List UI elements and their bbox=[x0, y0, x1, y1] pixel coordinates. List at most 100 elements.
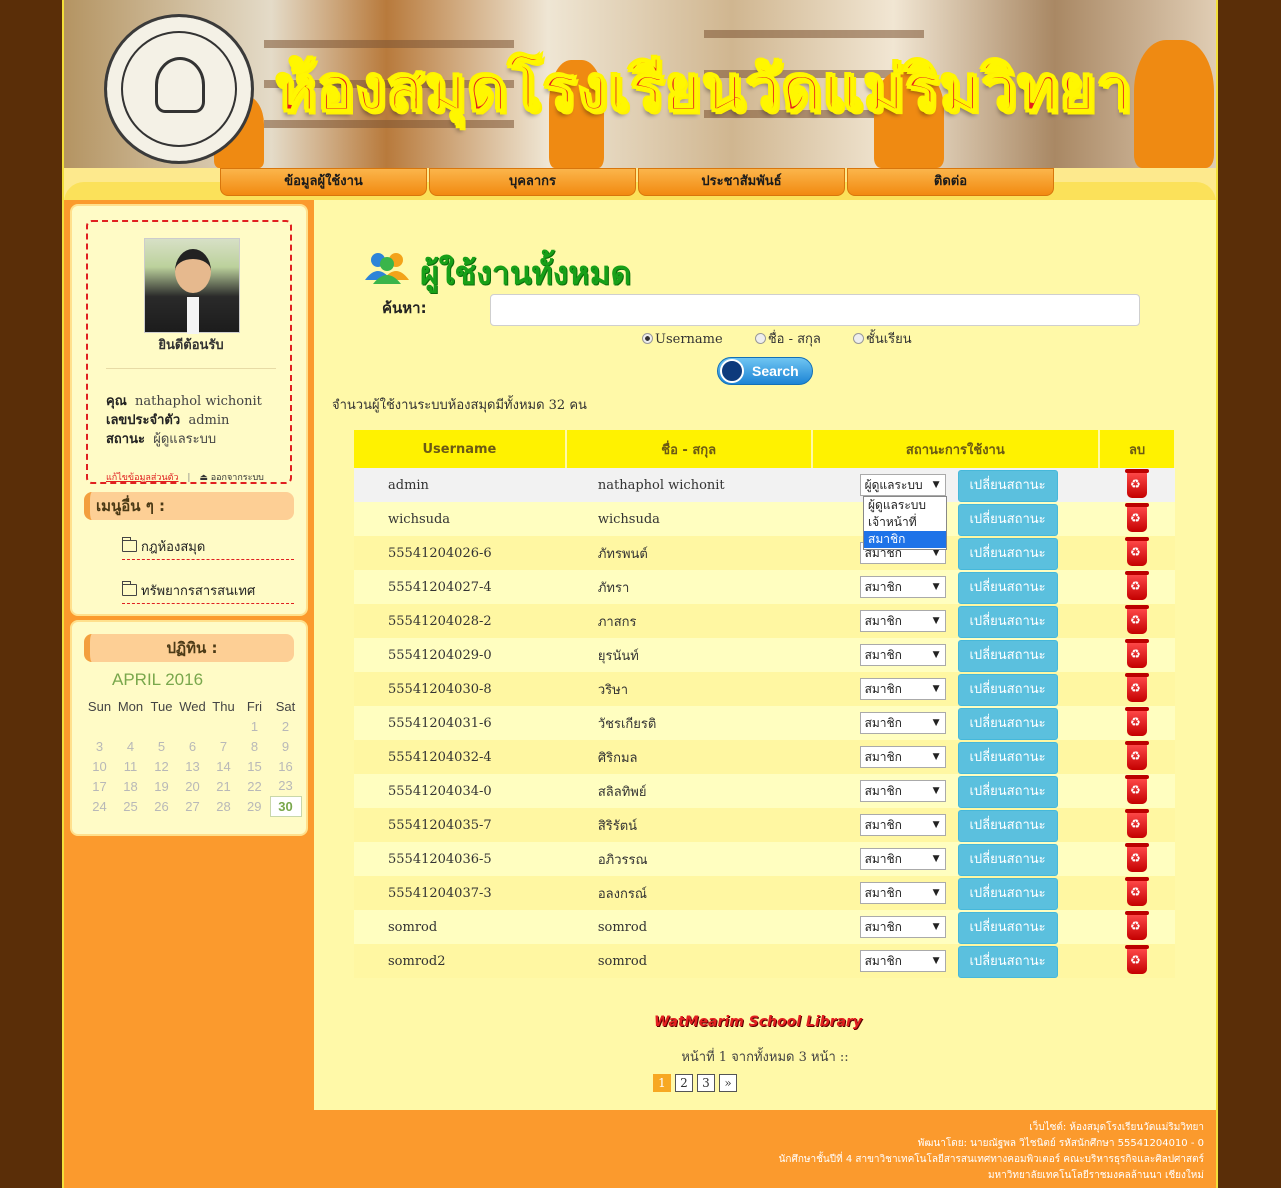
edit-profile-link[interactable]: แก้ไขข้อมูลส่วนตัว bbox=[106, 473, 179, 483]
calendar-date[interactable]: 21 bbox=[208, 776, 239, 796]
change-status-button[interactable]: เปลี่ยนสถานะ bbox=[957, 844, 1058, 876]
status-select[interactable]: สมาชิก ▼ bbox=[859, 746, 946, 768]
calendar-date[interactable]: 25 bbox=[115, 796, 146, 816]
delete-bin-icon[interactable] bbox=[1125, 673, 1150, 702]
footer-line: พัฒนาโดย: นายณัฐพล วิไชนิตย์ รหัสนักศึกษ… bbox=[917, 1138, 1204, 1149]
calendar-date[interactable]: 3 bbox=[84, 736, 115, 756]
calendar-date[interactable]: 12 bbox=[146, 756, 177, 776]
calendar-date[interactable]: 27 bbox=[177, 796, 208, 816]
calendar-date[interactable]: 29 bbox=[239, 796, 270, 816]
calendar-date[interactable]: 24 bbox=[84, 796, 115, 816]
delete-bin-icon[interactable] bbox=[1125, 911, 1150, 940]
delete-bin-icon[interactable] bbox=[1125, 945, 1150, 974]
calendar-date[interactable]: 30 bbox=[269, 795, 302, 817]
calendar-date[interactable]: 19 bbox=[146, 776, 177, 796]
search-label: ค้นหา: bbox=[382, 299, 427, 317]
delete-bin-icon[interactable] bbox=[1125, 775, 1150, 804]
change-status-button[interactable]: เปลี่ยนสถานะ bbox=[957, 810, 1058, 842]
calendar-date[interactable]: 2 bbox=[270, 716, 301, 736]
delete-bin-icon[interactable] bbox=[1125, 809, 1150, 838]
logout-icon[interactable]: ⏏ bbox=[199, 473, 208, 483]
nav-announcements[interactable]: ประชาสัมพันธ์ bbox=[638, 168, 845, 196]
search-button[interactable]: Search bbox=[717, 357, 813, 385]
nav-staff[interactable]: บุคลากร bbox=[429, 168, 636, 196]
status-select[interactable]: สมาชิก ▼ bbox=[859, 644, 946, 666]
calendar-date[interactable]: 16 bbox=[270, 756, 301, 776]
calendar-date[interactable]: 9 bbox=[270, 736, 301, 756]
menu-information-resources[interactable]: ทรัพยากรสารสนเทศ bbox=[122, 580, 294, 604]
status-select[interactable]: สมาชิก ▼ bbox=[859, 882, 946, 904]
page-link[interactable]: 2 bbox=[675, 1074, 693, 1092]
change-status-button[interactable]: เปลี่ยนสถานะ bbox=[957, 878, 1058, 910]
search-input[interactable] bbox=[490, 294, 1140, 326]
calendar-date[interactable]: 26 bbox=[146, 796, 177, 816]
calendar-day-header: Wed bbox=[179, 698, 206, 714]
calendar-date[interactable]: 1 bbox=[239, 716, 270, 736]
status-select[interactable]: ผู้ดูแลระบบ ▼ bbox=[859, 474, 946, 496]
delete-bin-icon[interactable] bbox=[1125, 741, 1150, 770]
page-link[interactable]: » bbox=[719, 1074, 737, 1092]
change-status-button[interactable]: เปลี่ยนสถานะ bbox=[957, 742, 1058, 774]
logout-link[interactable]: ออกจากระบบ bbox=[211, 473, 264, 483]
change-status-button[interactable]: เปลี่ยนสถานะ bbox=[957, 504, 1058, 536]
status-select[interactable]: สมาชิก ▼ bbox=[859, 848, 946, 870]
change-status-button[interactable]: เปลี่ยนสถานะ bbox=[957, 606, 1058, 638]
calendar-date[interactable]: 28 bbox=[208, 796, 239, 816]
calendar-date[interactable]: 14 bbox=[208, 756, 239, 776]
status-select[interactable]: สมาชิก ▼ bbox=[859, 814, 946, 836]
status-select[interactable]: สมาชิก ▼ bbox=[859, 780, 946, 802]
nav-contact[interactable]: ติดต่อ bbox=[847, 168, 1054, 196]
calendar-date[interactable]: 4 bbox=[115, 736, 146, 756]
delete-bin-icon[interactable] bbox=[1125, 469, 1150, 498]
change-status-button[interactable]: เปลี่ยนสถานะ bbox=[957, 538, 1058, 570]
change-status-button[interactable]: เปลี่ยนสถานะ bbox=[957, 946, 1058, 978]
delete-bin-icon[interactable] bbox=[1125, 877, 1150, 906]
calendar-date[interactable]: 20 bbox=[177, 776, 208, 796]
radio-class[interactable]: ชั้นเรียน bbox=[853, 332, 926, 347]
delete-bin-icon[interactable] bbox=[1125, 605, 1150, 634]
calendar-date[interactable]: 15 bbox=[239, 756, 270, 776]
calendar-date[interactable]: 7 bbox=[208, 736, 239, 756]
delete-bin-icon[interactable] bbox=[1125, 571, 1150, 600]
nav-user-info[interactable]: ข้อมูลผู้ใช้งาน bbox=[220, 168, 427, 196]
status-select[interactable]: สมาชิก ▼ bbox=[859, 678, 946, 700]
page-link[interactable]: 3 bbox=[697, 1074, 715, 1092]
status-select[interactable]: สมาชิก ▼ bbox=[859, 576, 946, 598]
calendar-date[interactable]: 17 bbox=[84, 776, 115, 796]
calendar-date[interactable]: 18 bbox=[115, 776, 146, 796]
calendar-date[interactable]: 5 bbox=[146, 736, 177, 756]
calendar-date[interactable]: 6 bbox=[177, 736, 208, 756]
change-status-button[interactable]: เปลี่ยนสถานะ bbox=[957, 572, 1058, 604]
dropdown-option-staff[interactable]: เจ้าหน้าที่ bbox=[864, 514, 946, 531]
profile-name-row: คุณ nathaphol wichonit bbox=[106, 394, 262, 409]
status-select[interactable]: สมาชิก ▼ bbox=[859, 712, 946, 734]
delete-bin-icon[interactable] bbox=[1125, 707, 1150, 736]
change-status-button[interactable]: เปลี่ยนสถานะ bbox=[957, 470, 1058, 502]
status-select[interactable]: สมาชิก ▼ bbox=[859, 610, 946, 632]
change-status-button[interactable]: เปลี่ยนสถานะ bbox=[957, 640, 1058, 672]
status-select[interactable]: สมาชิก ▼ bbox=[859, 916, 946, 938]
menu-library-rules[interactable]: กฎห้องสมุด bbox=[122, 536, 294, 560]
delete-bin-icon[interactable] bbox=[1125, 843, 1150, 872]
delete-bin-icon[interactable] bbox=[1125, 503, 1150, 532]
dropdown-option-member[interactable]: สมาชิก bbox=[864, 531, 946, 548]
calendar-date[interactable]: 23 bbox=[270, 776, 301, 796]
radio-username[interactable]: Username bbox=[642, 332, 737, 347]
calendar-date[interactable]: 22 bbox=[239, 776, 270, 796]
dropdown-option-admin[interactable]: ผู้ดูแลระบบ bbox=[864, 497, 946, 514]
delete-bin-icon[interactable] bbox=[1125, 639, 1150, 668]
radio-fullname[interactable]: ชื่อ - สกุล bbox=[754, 332, 835, 347]
status-select[interactable]: สมาชิก ▼ bbox=[859, 950, 946, 972]
calendar-date[interactable]: 8 bbox=[239, 736, 270, 756]
delete-bin-icon[interactable] bbox=[1125, 537, 1150, 566]
calendar-date[interactable]: 11 bbox=[115, 756, 146, 776]
change-status-button[interactable]: เปลี่ยนสถานะ bbox=[957, 912, 1058, 944]
page-link[interactable]: 1 bbox=[653, 1074, 671, 1092]
cell-fullname: สิริรัตน์ bbox=[565, 808, 812, 842]
change-status-button[interactable]: เปลี่ยนสถานะ bbox=[957, 776, 1058, 808]
change-status-button[interactable]: เปลี่ยนสถานะ bbox=[957, 674, 1058, 706]
calendar-date[interactable]: 13 bbox=[177, 756, 208, 776]
cell-delete bbox=[1099, 638, 1175, 672]
change-status-button[interactable]: เปลี่ยนสถานะ bbox=[957, 708, 1058, 740]
calendar-date[interactable]: 10 bbox=[84, 756, 115, 776]
